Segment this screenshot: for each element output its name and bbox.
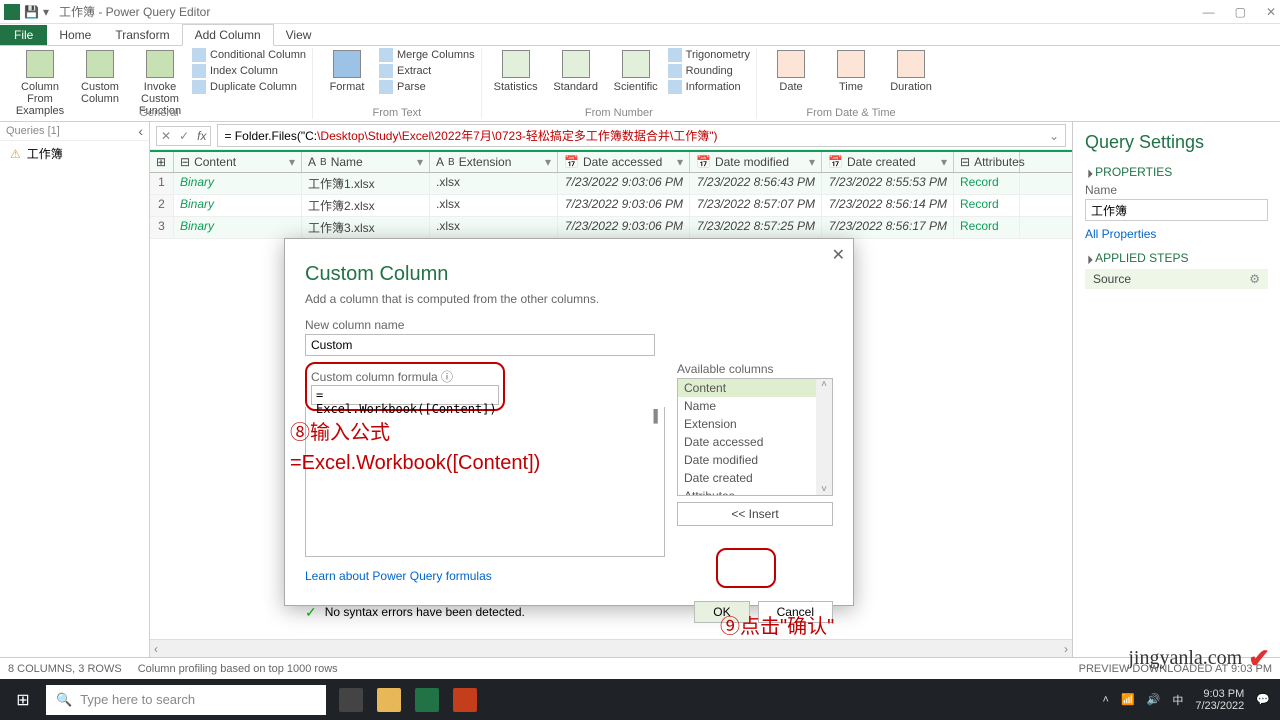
task-view-icon[interactable] [335,684,367,716]
new-column-label: New column name [305,318,833,332]
formula-input-top[interactable]: = Excel.Workbook([Content]) [311,385,499,405]
tray-notifications-icon[interactable]: 💬 [1256,693,1270,706]
list-item[interactable]: Date created [678,469,832,487]
tray-clock[interactable]: 9:03 PM7/23/2022 [1195,688,1244,712]
list-item[interactable]: Content [678,379,832,397]
new-column-input[interactable] [305,334,655,356]
list-item[interactable]: Date modified [678,451,832,469]
tray-wifi-icon[interactable]: 📶 [1121,693,1135,706]
taskbar-search[interactable]: 🔍Type here to search [46,685,326,715]
list-item[interactable]: Date accessed [678,433,832,451]
available-columns-list[interactable]: ContentNameExtensionDate accessedDate mo… [677,378,833,496]
available-columns-label: Available columns [677,362,833,376]
tray-up-icon[interactable]: ˄ [1103,694,1109,706]
check-icon: ✓ [305,604,317,621]
formula-label: Custom column formula ⓘ [311,368,499,385]
dialog-title: Custom Column [305,263,833,286]
scroll-handle-icon[interactable]: ▌ [653,409,662,423]
annotation-ok: ⑨点击"确认" [720,610,834,639]
insert-button[interactable]: << Insert [677,502,833,526]
watermark-check-icon: ✔ [1248,643,1270,674]
watermark: jingyanla.com✔ [1128,643,1270,674]
tray-ime-icon[interactable]: 中 [1172,692,1183,708]
explorer-icon[interactable] [373,684,405,716]
tray-volume-icon[interactable]: 🔊 [1147,693,1161,706]
list-scrollbar[interactable]: ˄˅ [816,379,832,495]
excel-taskbar-icon[interactable] [411,684,443,716]
dialog-subtitle: Add a column that is computed from the o… [305,292,833,306]
list-item[interactable]: Attributes [678,487,832,496]
syntax-status: No syntax errors have been detected. [325,605,525,619]
search-icon: 🔍 [56,692,72,708]
ok-highlight-ring [716,548,776,588]
start-button[interactable]: ⊞ [0,690,46,710]
annotation-formula: ⑧输入公式=Excel.Workbook([Content]) [290,418,540,478]
list-item[interactable]: Extension [678,415,832,433]
powerpoint-icon[interactable] [449,684,481,716]
list-item[interactable]: Name [678,397,832,415]
dialog-close-icon[interactable]: ✕ [832,245,845,265]
